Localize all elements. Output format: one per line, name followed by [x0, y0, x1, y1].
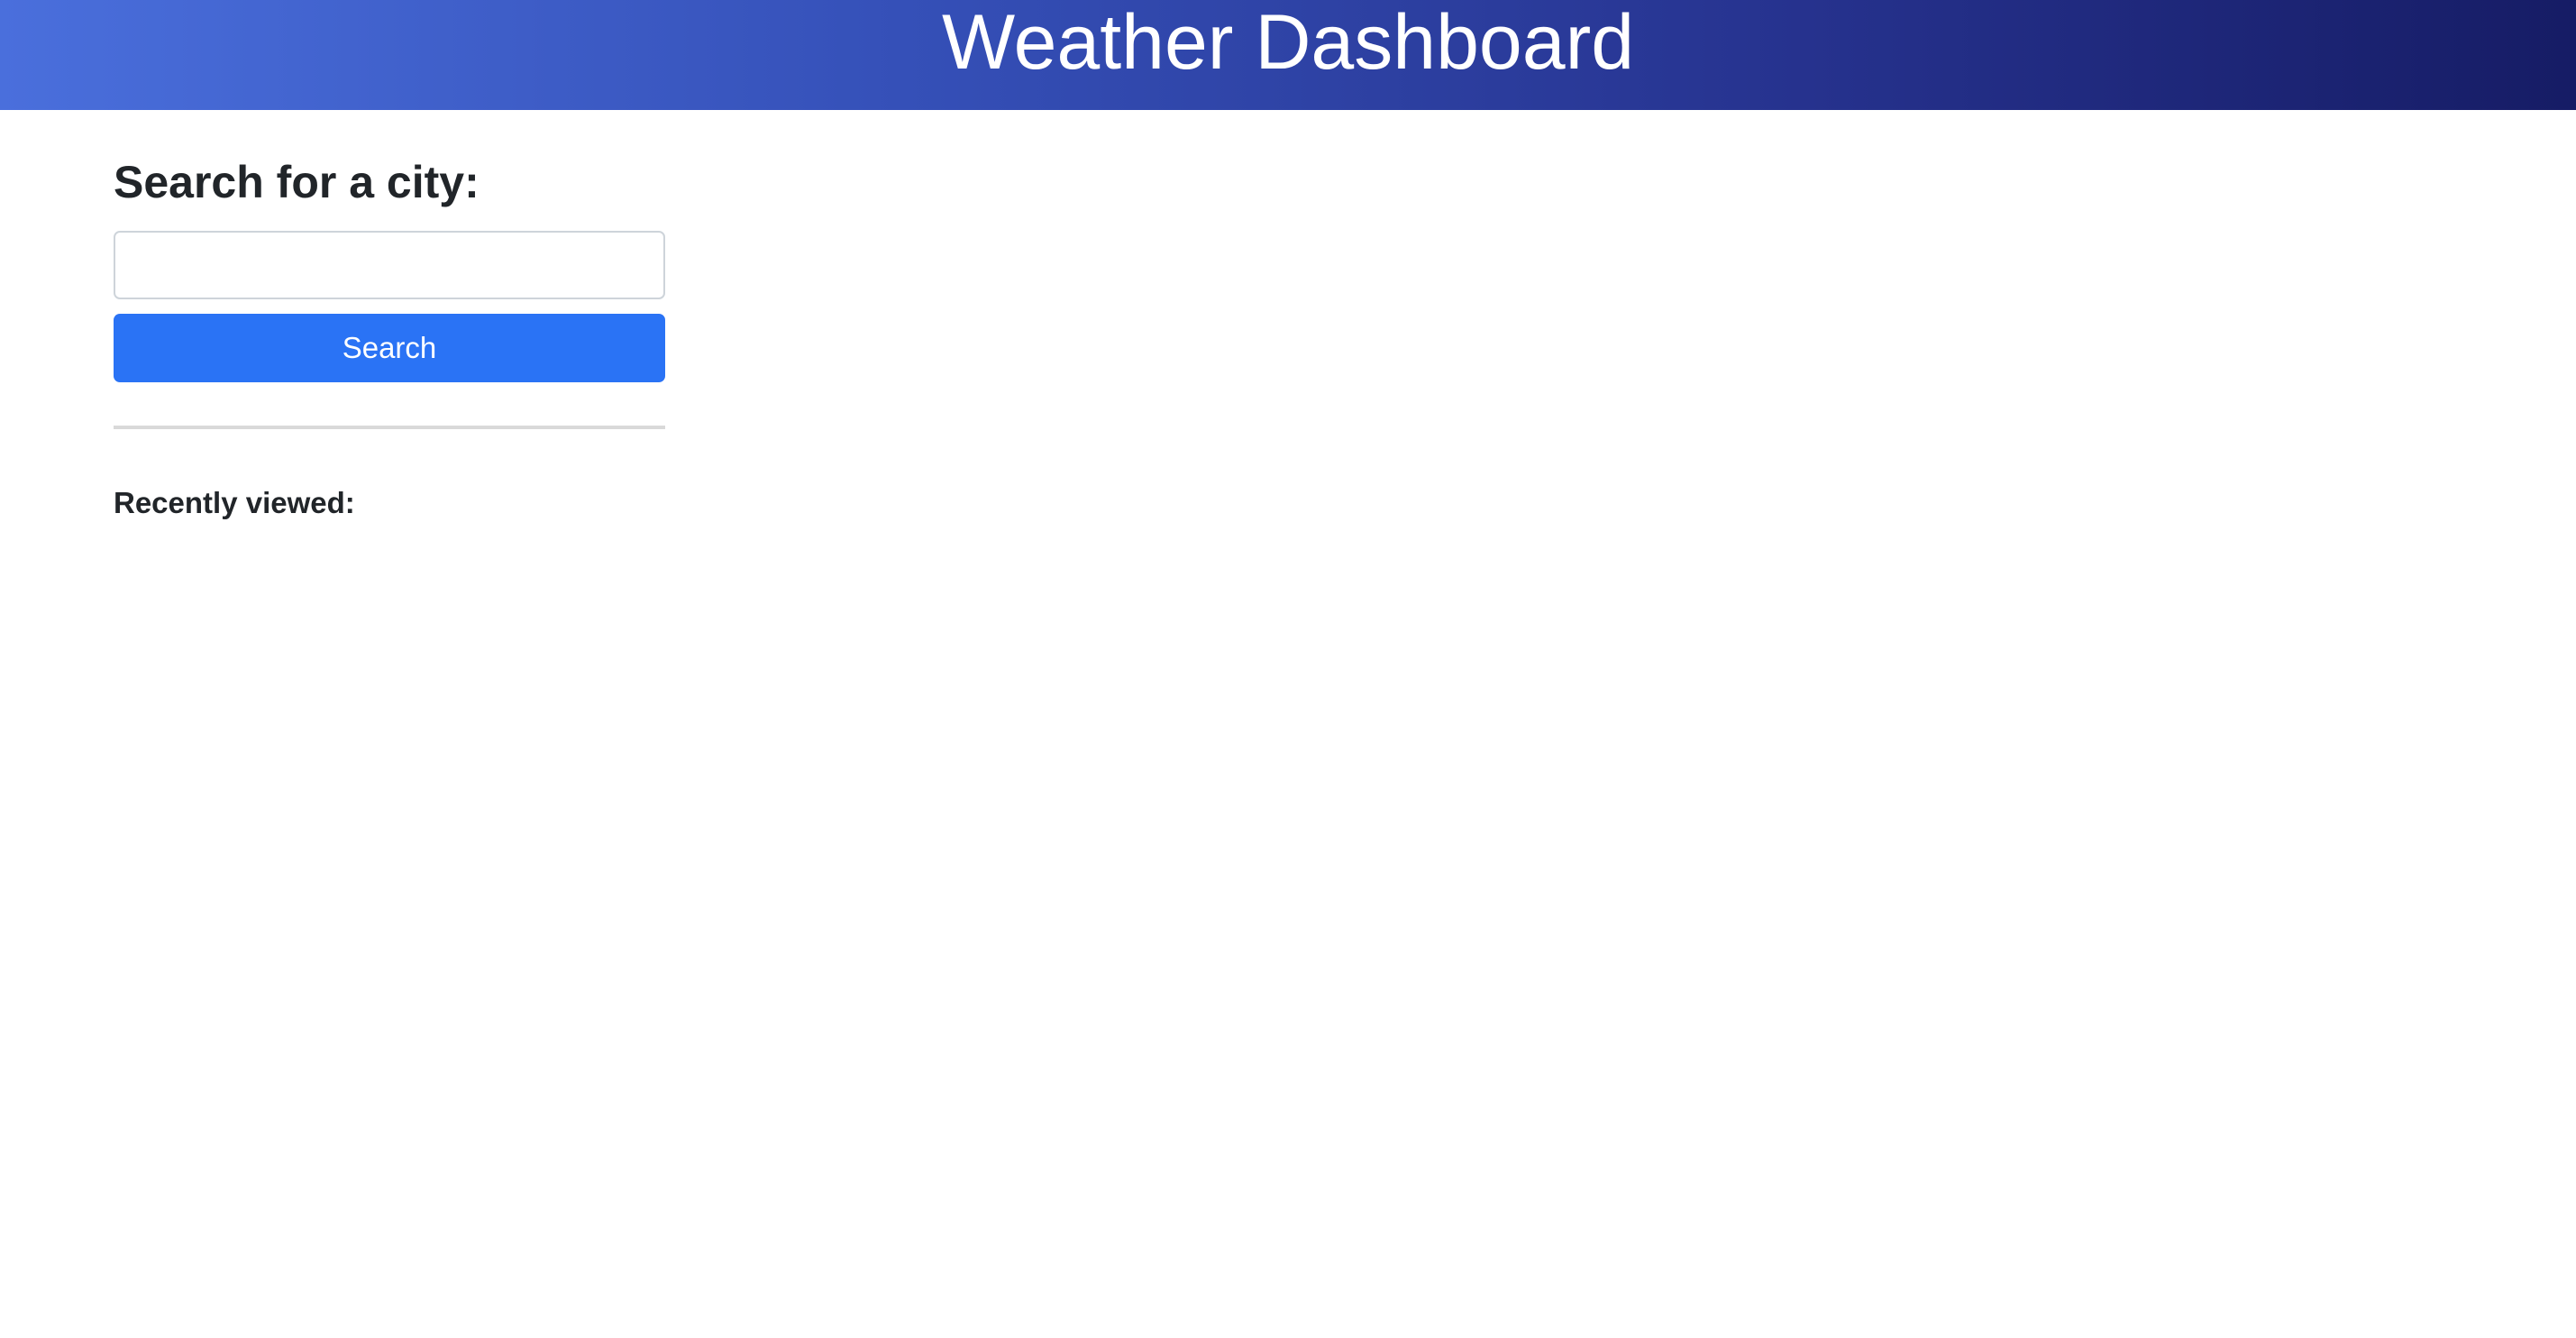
page-title: Weather Dashboard — [941, 0, 1635, 86]
search-sidebar: Search for a city: Search Recently viewe… — [114, 110, 665, 536]
divider — [114, 426, 665, 429]
city-search-input[interactable] — [114, 231, 665, 299]
app-header: Weather Dashboard — [0, 0, 2576, 110]
recently-viewed-heading: Recently viewed: — [114, 486, 355, 519]
search-heading: Search for a city: — [114, 157, 480, 207]
search-button[interactable]: Search — [114, 314, 665, 382]
